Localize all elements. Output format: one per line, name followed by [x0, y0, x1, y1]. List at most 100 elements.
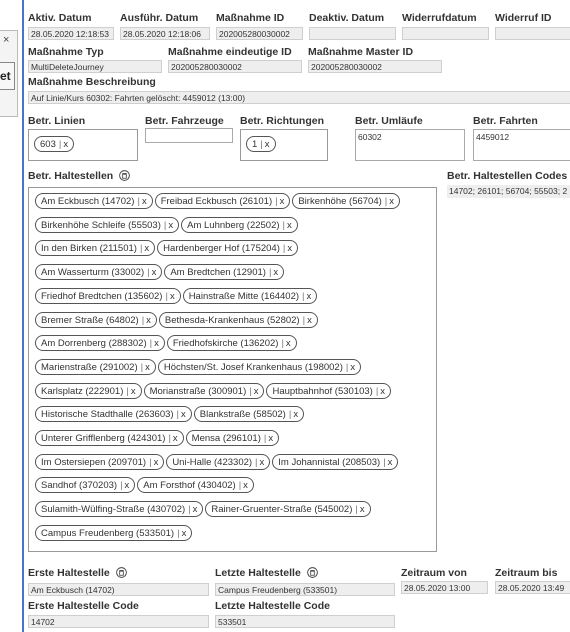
chip-label: Birkenhöhe (56704) [298, 196, 382, 207]
chip-haltestelle[interactable]: Birkenhöhe Schleife (55503) | x [35, 216, 180, 233]
remove-icon[interactable]: x [307, 291, 312, 302]
chip-row: Campus Freudenberg (533501) | x [35, 524, 194, 541]
bin-icon[interactable] [119, 170, 130, 181]
remove-icon[interactable]: x [360, 504, 365, 515]
overlay-button[interactable]: et [0, 62, 15, 90]
remove-icon[interactable]: x [388, 457, 393, 468]
chip-haltestelle[interactable]: Hauptbahnhof (530103) | x [266, 382, 392, 399]
chip-label: Sandhof (370203) [41, 480, 118, 492]
chip-haltestelle[interactable]: Sandhof (370203) | x [35, 477, 136, 494]
remove-icon[interactable]: x [125, 480, 130, 491]
remove-icon[interactable]: x [145, 362, 150, 373]
umlaeufe-field[interactable]: 60302 [355, 129, 465, 161]
fahrten-field[interactable]: 4459012 [473, 129, 570, 161]
chip-haltestelle[interactable]: Sulamith-Wülfing-Straße (430702) | x [35, 501, 204, 518]
chip-haltestelle[interactable]: Am Eckbusch (14702) | x [35, 193, 153, 209]
zeitraum-bis-field: 28.05.2020 13:49 [495, 581, 570, 594]
remove-icon[interactable]: x [260, 457, 265, 468]
remove-icon[interactable]: x [170, 291, 175, 302]
bin-icon[interactable] [306, 567, 318, 578]
chip-haltestelle[interactable]: Friedhofskirche (136202) | x [166, 335, 297, 352]
fahrzeuge-input[interactable] [145, 128, 233, 143]
linien-select[interactable]: 603 | x [28, 129, 138, 161]
remove-icon[interactable]: x [152, 267, 157, 278]
chip-haltestelle[interactable]: Am Bredtchen (12901) | x [164, 264, 285, 281]
remove-icon[interactable]: x [168, 220, 173, 231]
chip-haltestelle[interactable]: Karlsplatz (222901) | x [35, 382, 142, 399]
remove-icon[interactable]: x [254, 386, 259, 397]
letzte-haltestelle-label: Letzte Haltestelle [215, 567, 318, 579]
chip-haltestelle[interactable]: Campus Freudenberg (533501) | x [35, 524, 193, 541]
chip-haltestelle[interactable]: Friedhof Bredtchen (135602) | x [35, 287, 181, 304]
chip-row: Im Ostersiepen (209701) | x Uni-Halle (4233… [35, 453, 400, 470]
chip-haltestelle[interactable]: Am Luhnberg (22502) | x [181, 216, 298, 233]
chip-haltestelle[interactable]: In den Birken (211501) | x [35, 240, 156, 257]
chip-haltestelle[interactable]: Am Forsthof (430402) | x [137, 477, 254, 494]
erste-code-field: 14702 [28, 615, 209, 628]
chip-haltestelle[interactable]: Morianstraße (300901) | x [143, 382, 265, 399]
chip-row: Sulamith-Wülfing-Straße (430702) | x Rainer… [35, 501, 373, 518]
richtungen-select[interactable]: 1 | x [240, 129, 328, 161]
bin-icon[interactable] [115, 567, 127, 578]
fahrzeuge-label: Betr. Fahrzeuge [145, 115, 224, 127]
chip-haltestelle[interactable]: Rainer-Gruenter-Straße (545002) | x [205, 501, 371, 518]
chip-separator: | [384, 196, 388, 207]
chip-linie[interactable]: 603 | x [34, 136, 75, 152]
remove-icon[interactable]: x [181, 409, 186, 420]
remove-icon[interactable]: x [265, 139, 270, 150]
chip-label: 603 [40, 139, 56, 150]
chip-haltestelle[interactable]: Hardenberger Hof (175204) | x [157, 240, 299, 257]
remove-icon[interactable]: x [389, 196, 394, 207]
remove-icon[interactable]: x [307, 315, 312, 326]
remove-icon[interactable]: x [63, 139, 68, 150]
chip-haltestelle[interactable]: Freibad Eckbusch (26101) | x [154, 193, 291, 209]
remove-icon[interactable]: x [350, 362, 355, 373]
chip-haltestelle[interactable]: Am Dorrenberg (288302) | x [35, 335, 165, 352]
chip-haltestelle[interactable]: Unterer Grifflenberg (424301) | x [35, 430, 184, 446]
chip-haltestelle[interactable]: Bremer Straße (64802) | x [35, 311, 157, 328]
chip-haltestelle[interactable]: Am Wasserturm (33002) | x [35, 264, 163, 281]
eindeutige-id-label: Maßnahme eindeutige ID [168, 46, 292, 58]
chip-haltestelle[interactable]: Mensa (296101) | x [185, 430, 280, 446]
remove-icon[interactable]: x [154, 457, 159, 468]
haltestellen-select[interactable]: Am Eckbusch (14702) | x Freibad Eckbusch (2… [28, 187, 437, 552]
chip-haltestelle[interactable]: Blankstraße (58502) | x [193, 406, 305, 423]
remove-icon[interactable]: x [287, 243, 292, 254]
remove-icon[interactable]: x [293, 409, 298, 420]
chip-row: Bremer Straße (64802) | x Bethesda-Krankenh… [35, 311, 320, 328]
chip-row: Am Eckbusch (14702) | x Freibad Eckbusch (2… [35, 193, 402, 209]
remove-icon[interactable]: x [280, 196, 285, 207]
remove-icon[interactable]: x [182, 528, 187, 539]
haltestellen-label: Betr. Haltestellen [28, 170, 130, 182]
remove-icon[interactable]: x [131, 386, 136, 397]
chip-haltestelle[interactable]: Hainstraße Mitte (164402) | x [182, 287, 318, 304]
overlay-close-icon[interactable]: × [3, 34, 9, 46]
chip-haltestelle[interactable]: Historische Stadthalle (263603) | x [35, 406, 192, 423]
chip-separator: | [375, 385, 379, 397]
remove-icon[interactable]: x [273, 267, 278, 278]
remove-icon[interactable]: x [146, 315, 151, 326]
chip-haltestelle[interactable]: Bethesda-Krankenhaus (52802) | x [158, 311, 318, 328]
chip-haltestelle[interactable]: Im Johannistal (208503) | x [272, 453, 399, 470]
erste-code-label: Erste Haltestelle Code [28, 600, 139, 612]
chip-separator: | [282, 243, 286, 255]
remove-icon[interactable]: x [286, 338, 291, 349]
chip-haltestelle[interactable]: Höchsten/St. Josef Krankenhaus (198002) |… [157, 358, 362, 375]
remove-icon[interactable]: x [193, 504, 198, 515]
remove-icon[interactable]: x [268, 433, 273, 444]
remove-icon[interactable]: x [142, 196, 147, 207]
chip-haltestelle[interactable]: Im Ostersiepen (209701) | x [35, 453, 165, 470]
chip-richtung[interactable]: 1 | x [246, 136, 276, 152]
remove-icon[interactable]: x [173, 433, 178, 444]
remove-icon[interactable]: x [243, 480, 248, 491]
chip-haltestelle[interactable]: Birkenhöhe (56704) | x [292, 193, 400, 209]
letzte-haltestelle-field: Campus Freudenberg (533501) [215, 583, 395, 596]
chip-haltestelle[interactable]: Marienstraße (291002) | x [35, 358, 156, 375]
master-id-label: Maßnahme Master ID [308, 46, 414, 58]
chip-haltestelle[interactable]: Uni-Halle (423302) | x [166, 453, 271, 470]
remove-icon[interactable]: x [154, 338, 159, 349]
chip-label: Im Johannistal (208503) [278, 456, 381, 468]
remove-icon[interactable]: x [144, 243, 149, 254]
remove-icon[interactable]: x [380, 386, 385, 397]
remove-icon[interactable]: x [287, 220, 292, 231]
